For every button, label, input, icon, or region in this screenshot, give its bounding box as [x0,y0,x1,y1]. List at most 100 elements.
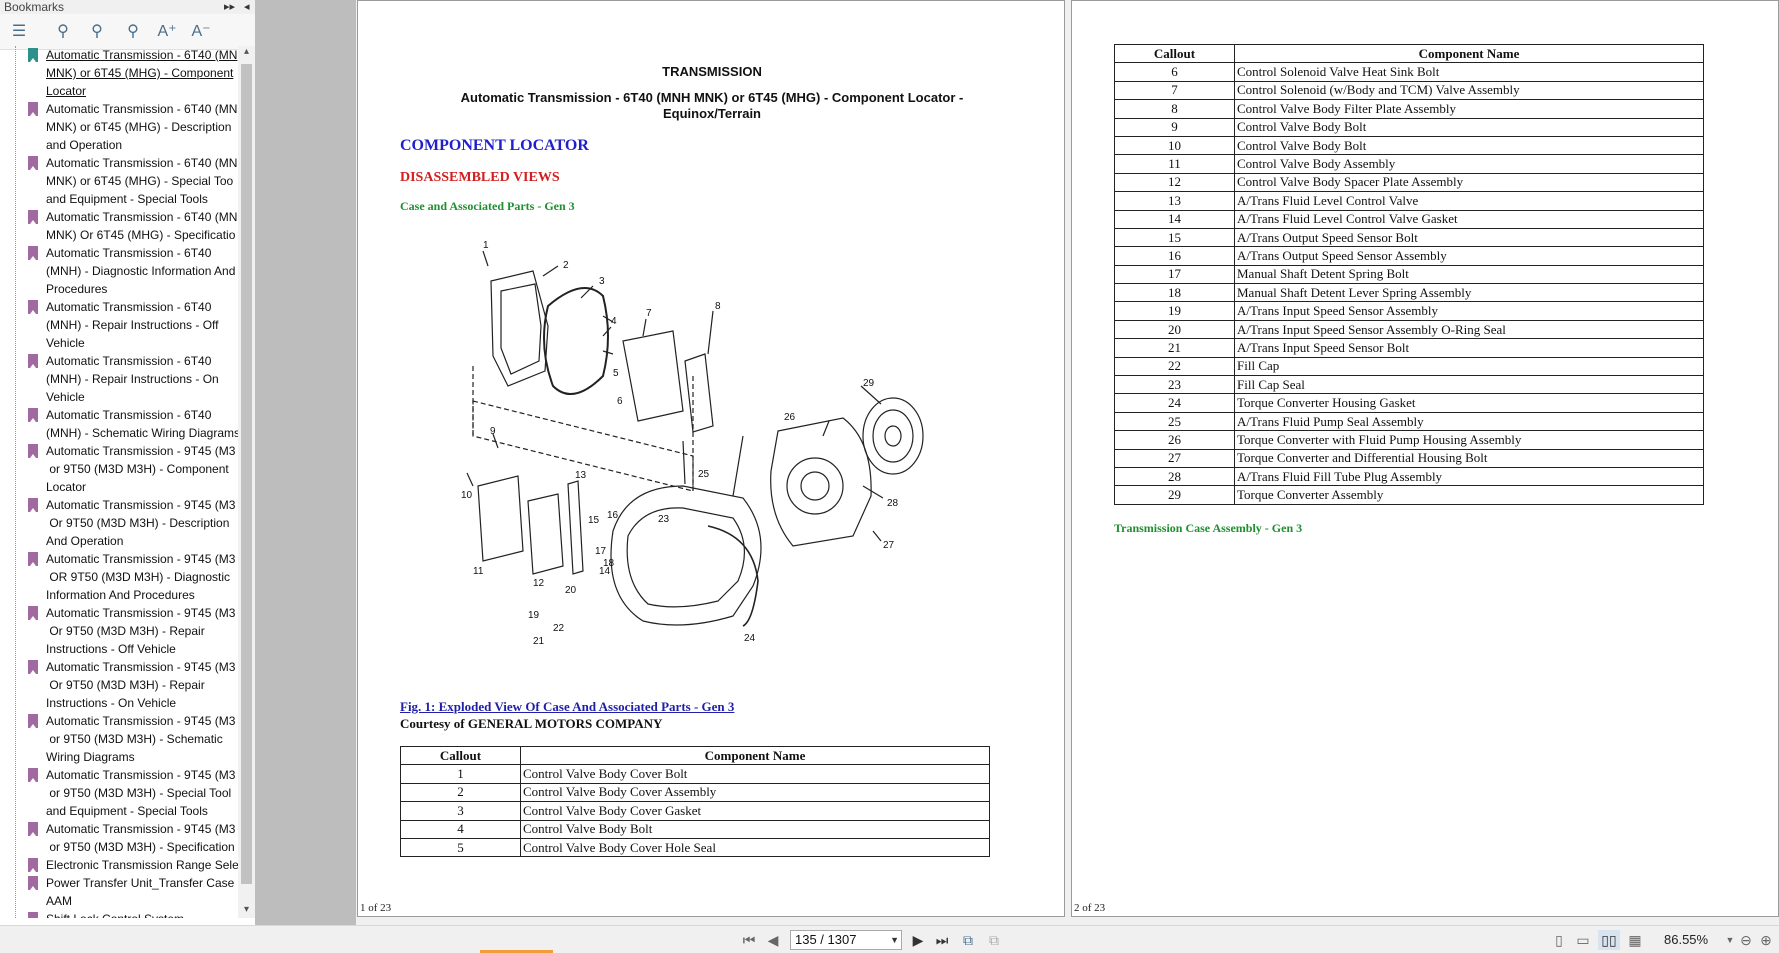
chevron-down-icon[interactable]: ▼ [890,931,899,949]
page-footer: 2 of 23 [1074,902,1106,914]
page-indicator: 135 / 1307 [795,932,857,947]
callout-cell: 11 [1114,154,1235,174]
scrollbar-thumb[interactable] [241,64,252,884]
table-row: 21 A/Trans Input Speed Sensor Bolt [1114,338,1704,358]
component-name-cell: Control Valve Body Bolt [520,819,990,839]
find-bookmark-icon[interactable]: ⚲ [86,22,108,42]
callout-cell: 2 [400,782,521,803]
bookmark-item[interactable]: Automatic Transmission - 6T40 (MN MNK) O… [0,208,238,244]
first-page-icon[interactable]: ⏮ [740,930,758,950]
bookmark-label: Automatic Transmission - 6T40 (MN MNK) o… [46,156,238,206]
callout-table-part1: Callout Component Name 1 Control Valve Bo… [400,745,990,858]
callout-cell: 1 [400,764,521,784]
bookmark-item[interactable]: Automatic Transmission - 6T40 (MN MNK) o… [0,46,238,100]
callout-cell: 24 [1114,393,1235,413]
component-name-cell: Torque Converter Housing Gasket [1234,393,1704,413]
bookmark-icon [28,498,38,512]
previous-page-icon[interactable]: ◀ [764,930,782,950]
single-page-icon[interactable]: ▯ [1550,930,1568,950]
collapse-panel-icon[interactable]: ◂ [244,0,250,14]
page-heading: TRANSMISSION [662,64,762,79]
bookmark-item[interactable]: Automatic Transmission - 6T40 (MNH) - Re… [0,352,238,406]
bookmark-item[interactable]: Automatic Transmission - 6T40 (MN MNK) o… [0,154,238,208]
component-name-cell: Control Valve Body Cover Hole Seal [520,837,990,858]
callout-labels: 123456789101112131415 1617181920212223242… [461,240,899,647]
continuous-facing-icon[interactable]: ▦ [1626,930,1644,950]
bookmark-icon [28,444,38,458]
callout-header: Callout [1114,43,1235,64]
table-row: 28 A/Trans Fluid Fill Tube Plug Assembly [1114,466,1704,487]
table-row: 29 Torque Converter Assembly [1114,485,1704,505]
component-name-cell: Control Valve Body Filter Plate Assembly [1234,99,1704,119]
expand-bookmark-icon[interactable]: ⚲ [52,22,74,42]
table-row: 10 Control Valve Body Bolt [1114,135,1704,156]
scroll-down-icon[interactable]: ▾ [241,904,252,918]
scroll-up-icon[interactable]: ▴ [241,46,252,60]
increase-font-icon[interactable]: A⁺ [156,22,178,42]
component-name-cell: Control Valve Body Cover Gasket [520,801,990,821]
bookmark-item[interactable]: Automatic Transmission - 6T40 (MN MNK) o… [0,100,238,154]
component-name-cell: Control Valve Body Cover Assembly [520,782,990,803]
callout-cell: 16 [1114,246,1235,266]
callout-cell: 7 [1114,80,1235,101]
callout-number: 20 [565,585,577,596]
bookmark-item[interactable]: Power Transfer Unit_Transfer Case AAM [0,874,238,910]
bookmark-item[interactable]: Automatic Transmission - 9T45 (M3 OR 9T5… [0,550,238,604]
zoom-out-icon[interactable]: ⊖ [1738,930,1754,950]
bookmark-item[interactable]: Automatic Transmission - 6T40 (MNH) - Re… [0,298,238,352]
callout-number: 2 [563,260,569,271]
component-name-cell: Control Solenoid Valve Heat Sink Bolt [1234,62,1704,82]
previous-view-icon[interactable]: ⧉ [958,930,978,950]
bookmark-item[interactable]: Automatic Transmission - 6T40 (MNH) - Di… [0,244,238,298]
component-name-cell: Control Valve Body Spacer Plate Assembly [1234,172,1704,193]
facing-icon[interactable]: ▯▯ [1598,930,1620,950]
continuous-icon[interactable]: ▭ [1574,930,1592,950]
callout-number: 21 [533,636,545,647]
find-current-bookmark-icon[interactable]: ⚲ [122,22,144,42]
table-row: 7 Control Solenoid (w/Body and TCM) Valve… [1114,80,1704,101]
bookmark-item[interactable]: Automatic Transmission - 9T45 (M3 or 9T5… [0,766,238,820]
bookmark-item[interactable]: Shift Lock Control System [0,910,238,918]
expand-panel-icon[interactable]: ▸▸ [224,0,235,14]
page-title-line2: Equinox/Terrain [663,106,761,121]
bookmark-item[interactable]: Automatic Transmission - 9T45 (M3 or 9T5… [0,712,238,766]
next-view-icon[interactable]: ⧉ [984,930,1004,950]
bookmark-item[interactable]: Automatic Transmission - 6T40 (MNH) - Sc… [0,406,238,442]
callout-number: 6 [617,396,623,407]
decrease-font-icon[interactable]: A⁻ [190,22,212,42]
bookmark-options-icon[interactable]: ☰ [8,22,30,42]
table-row: 23 Fill Cap Seal [1114,375,1704,395]
page-number-input[interactable]: 135 / 1307 ▼ [790,930,902,950]
component-name-cell: A/Trans Fluid Fill Tube Plug Assembly [1234,466,1704,487]
last-page-icon[interactable]: ⏭ [932,930,952,950]
bookmark-item[interactable]: Automatic Transmission - 9T45 (M3 Or 9T5… [0,658,238,712]
zoom-level[interactable]: 86.55% [1664,932,1708,947]
panel-splitter[interactable] [256,0,356,925]
figure-caption[interactable]: Fig. 1: Exploded View Of Case And Associ… [400,699,734,715]
callout-cell: 6 [1114,62,1235,82]
callout-number: 27 [883,540,895,551]
bookmark-item[interactable]: Electronic Transmission Range Sele [0,856,238,874]
callout-header: Callout [400,745,521,766]
bookmark-label: Automatic Transmission - 6T40 (MNH) - Di… [46,246,236,296]
component-name-cell: Torque Converter Assembly [1234,485,1704,505]
component-name-header: Component Name [520,745,990,766]
section-heading: COMPONENT LOCATOR [400,137,589,154]
next-page-icon[interactable]: ▶ [909,930,927,950]
callout-number: 28 [887,498,899,509]
bookmark-item[interactable]: Automatic Transmission - 9T45 (M3 Or 9T5… [0,496,238,550]
callout-cell: 19 [1114,301,1235,321]
bookmark-label: Automatic Transmission - 9T45 (M3 Or 9T5… [46,498,236,548]
zoom-in-icon[interactable]: ⊕ [1758,930,1774,950]
component-name-cell: A/Trans Output Speed Sensor Assembly [1234,246,1704,266]
bookmark-item[interactable]: Automatic Transmission - 9T45 (M3 Or 9T5… [0,604,238,658]
callout-number: 11 [473,566,484,577]
zoom-dropdown-icon[interactable]: ▼ [1724,930,1736,950]
bookmark-icon [28,714,38,728]
component-name-cell: Control Valve Body Bolt [1234,135,1704,156]
bookmark-item[interactable]: Automatic Transmission - 9T45 (M3 or 9T5… [0,442,238,496]
bookmarks-scrollbar[interactable]: ▴ ▾ [238,46,255,918]
bookmark-label: Shift Lock Control System [46,910,238,918]
bookmark-item[interactable]: Automatic Transmission - 9T45 (M3 or 9T5… [0,820,238,856]
callout-number: 8 [715,301,721,312]
